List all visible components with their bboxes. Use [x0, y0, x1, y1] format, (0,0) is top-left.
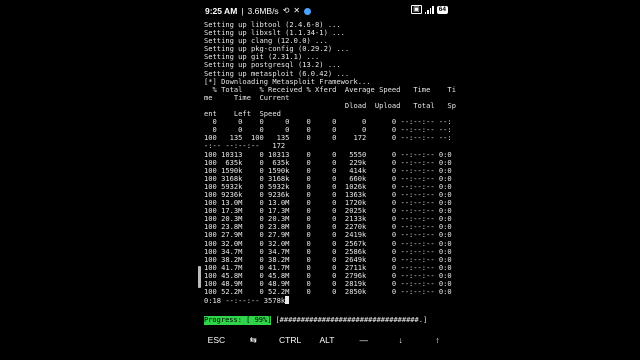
terminal-line: 0:18 --:--:-- 3578k	[204, 296, 456, 305]
battery-icon: 64	[436, 5, 448, 14]
mute-icon: ✕	[293, 6, 301, 15]
down-arrow-key[interactable]: ↓	[383, 335, 419, 345]
navigation-bar	[198, 351, 456, 360]
progress-bar: [#################################.]	[275, 316, 428, 324]
progress-line: Progress: [ 99%] [######################…	[204, 316, 427, 325]
extra-keys-row: ESC ⇆ CTRL ALT — ↓ ↑	[198, 329, 456, 351]
dash-key[interactable]: —	[346, 335, 382, 345]
esc-key[interactable]: ESC	[198, 335, 234, 345]
sync-icon: ⟲	[282, 6, 290, 15]
ctrl-key[interactable]: CTRL	[272, 335, 308, 345]
status-right: ▣ 64	[411, 5, 448, 14]
status-bar: 9:25 AM | 3.6MB/s ⟲ ✕ ▣ 64	[198, 0, 456, 20]
progress-label: Progress: [ 99%]	[204, 316, 272, 325]
terminal-output[interactable]: Setting up libtool (2.4.6-8) ... Setting …	[204, 21, 456, 321]
up-arrow-key[interactable]: ↑	[419, 335, 455, 345]
signal-icon	[424, 5, 434, 14]
tab-key[interactable]: ⇆	[235, 335, 271, 346]
alt-key[interactable]: ALT	[309, 335, 345, 345]
network-speed: 3.6MB/s	[247, 6, 279, 16]
termux-screen: 9:25 AM | 3.6MB/s ⟲ ✕ ▣ 64 Setting up li…	[198, 0, 456, 360]
volte-icon: ▣	[411, 5, 422, 14]
text-cursor	[285, 296, 290, 305]
terminal-line: 100 52.2M 0 52.2M 0 0 2850k 0 --:--:-- 0…	[204, 287, 452, 297]
clock: 9:25 AM	[205, 6, 238, 16]
drawer-handle[interactable]	[198, 266, 201, 288]
app-notification-icon	[304, 7, 312, 15]
separator: |	[241, 6, 244, 16]
status-left: 9:25 AM | 3.6MB/s ⟲ ✕	[205, 6, 312, 16]
